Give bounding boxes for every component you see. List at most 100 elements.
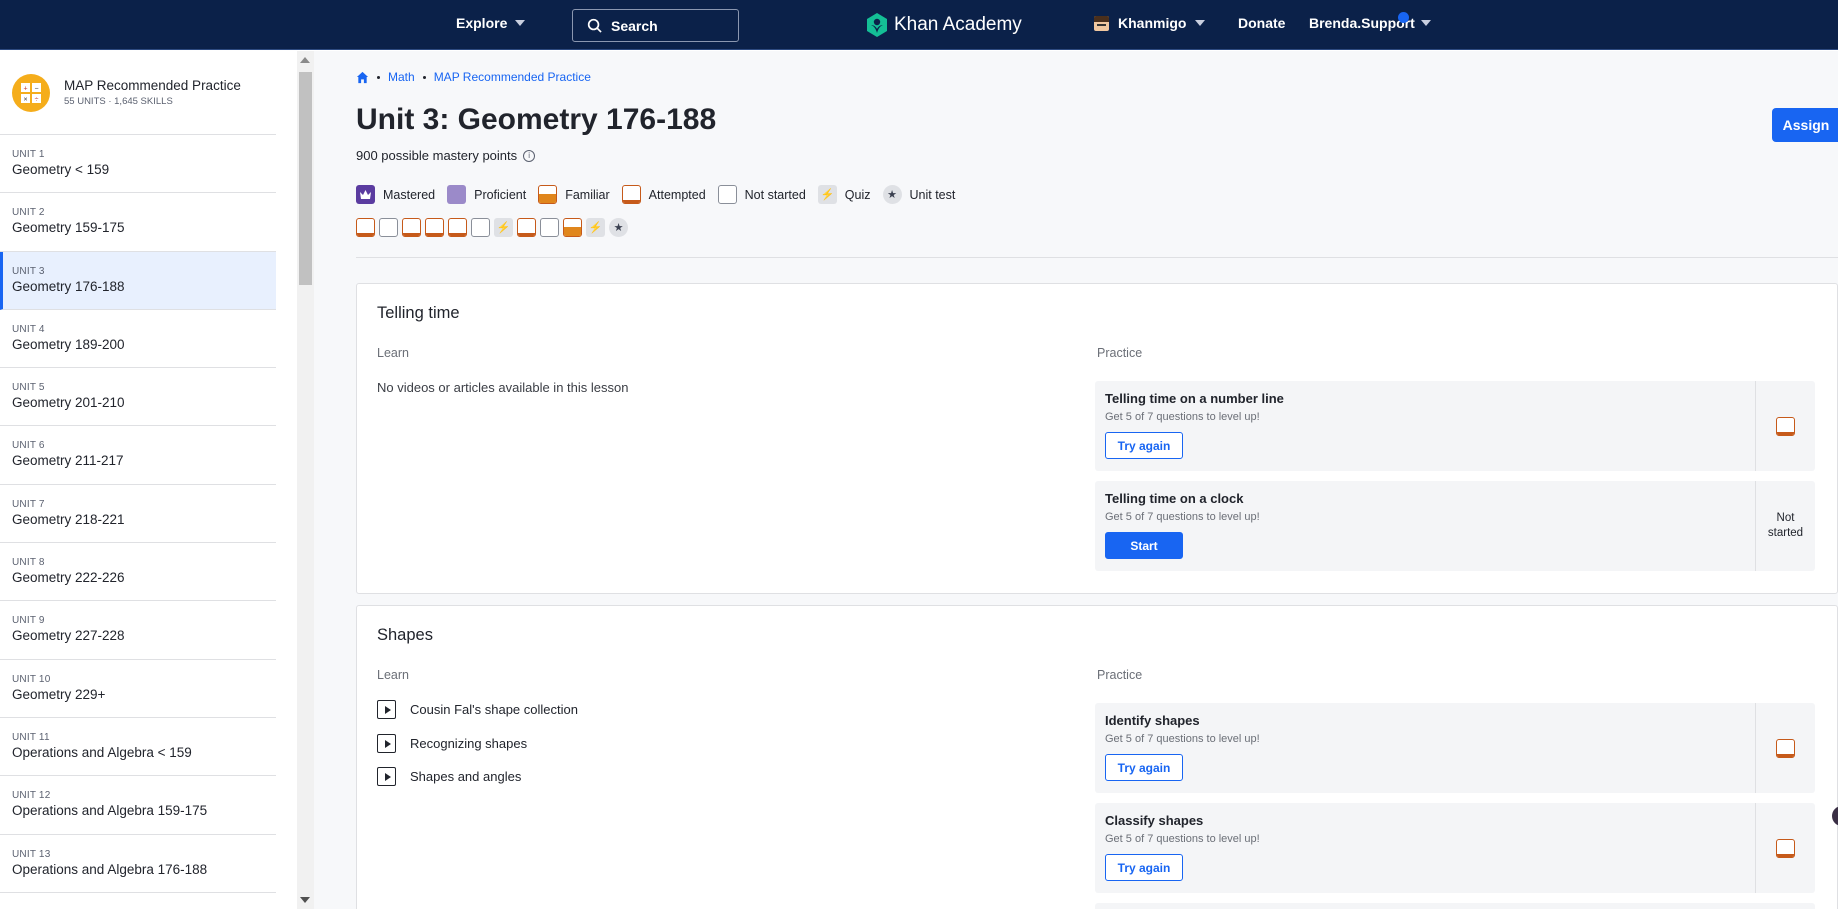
legend-proficient: Proficient — [447, 185, 526, 204]
user-menu[interactable]: Brenda.Support — [1309, 15, 1431, 31]
practice-card: Identify shapes Get 5 of 7 questions to … — [1095, 703, 1815, 793]
unit-title: Geometry 176-188 — [12, 278, 125, 294]
khan-academy-logo[interactable]: Khan Academy — [866, 13, 1022, 37]
sidebar-unit-6[interactable]: UNIT 6 Geometry 211-217 — [0, 426, 276, 485]
sidebar-unit-13[interactable]: UNIT 13 Operations and Algebra 176-188 — [0, 835, 276, 893]
scrollbar-thumb[interactable] — [299, 72, 312, 285]
unit-title: Geometry 189-200 — [12, 336, 125, 352]
scroll-down-arrow-icon[interactable] — [300, 897, 310, 903]
star-icon: ★ — [882, 185, 902, 204]
status-text: Not started — [1767, 512, 1804, 539]
lesson-title[interactable]: Telling time — [377, 304, 460, 323]
attempted-box-icon — [621, 185, 641, 204]
unit-label: UNIT 6 — [12, 440, 45, 452]
try-again-button[interactable]: Try again — [1105, 854, 1183, 881]
skill-attempted-box[interactable] — [402, 218, 421, 237]
lesson-title[interactable]: Shapes — [377, 626, 433, 645]
video-item[interactable]: Shapes and angles — [377, 767, 521, 786]
donate-link[interactable]: Donate — [1238, 15, 1285, 31]
try-again-button[interactable]: Try again — [1105, 432, 1183, 459]
sidebar-unit-3[interactable]: UNIT 3 Geometry 176-188 — [0, 251, 276, 310]
legend-familiar: Familiar — [538, 185, 610, 204]
star-icon[interactable]: ★ — [609, 218, 628, 237]
sidebar-unit-7[interactable]: UNIT 7 Geometry 218-221 — [0, 485, 276, 544]
khanmigo-label: Khanmigo — [1118, 15, 1187, 31]
video-title: Recognizing shapes — [410, 736, 528, 751]
lightning-icon[interactable]: ⚡ — [586, 218, 605, 237]
unit-title: Geometry 159-175 — [12, 220, 125, 236]
not-started-box-icon — [717, 185, 737, 204]
search-icon — [587, 18, 602, 33]
sidebar-scrollbar[interactable] — [297, 51, 314, 909]
breadcrumb-separator — [377, 75, 380, 79]
course-header[interactable]: + − × ÷ MAP Recommended Practice 55 UNITS ·… — [0, 51, 276, 135]
info-icon[interactable]: i — [523, 149, 536, 162]
khanmigo-avatar-icon — [1094, 15, 1109, 31]
breadcrumb-course[interactable]: MAP Recommended Practice — [434, 70, 591, 84]
practice-title[interactable]: Telling time on a clock — [1105, 491, 1243, 506]
khanmigo-menu[interactable]: Khanmigo — [1094, 15, 1206, 31]
sidebar-unit-5[interactable]: UNIT 5 Geometry 201-210 — [0, 368, 276, 427]
unit-label: UNIT 3 — [12, 265, 45, 277]
video-item[interactable]: Recognizing shapes — [377, 734, 527, 753]
familiar-box-icon — [538, 185, 558, 204]
practice-title[interactable]: Classify shapes — [1105, 813, 1203, 828]
skill-not-started-box[interactable] — [379, 218, 398, 237]
scroll-up-arrow-icon[interactable] — [300, 57, 310, 63]
sidebar-unit-9[interactable]: UNIT 9 Geometry 227-228 — [0, 601, 276, 660]
skill-not-started-box[interactable] — [540, 218, 559, 237]
unit-title: Geometry 222-226 — [12, 570, 125, 586]
sidebar-unit-8[interactable]: UNIT 8 Geometry 222-226 — [0, 543, 276, 602]
unit-label: UNIT 11 — [12, 731, 50, 743]
course-sidebar: + − × ÷ MAP Recommended Practice 55 UNITS ·… — [0, 51, 276, 909]
unit-title: Geometry 201-210 — [12, 395, 125, 411]
breadcrumb-math[interactable]: Math — [388, 70, 415, 84]
proficient-box-icon — [447, 185, 467, 204]
search-box[interactable]: Search — [572, 9, 739, 42]
sidebar-unit-4[interactable]: UNIT 4 Geometry 189-200 — [0, 310, 276, 369]
practice-status — [1755, 703, 1815, 793]
practice-card: Telling time on a number line Get 5 of 7… — [1095, 381, 1815, 471]
skill-attempted-box[interactable] — [448, 218, 467, 237]
lightning-icon[interactable]: ⚡ — [494, 218, 513, 237]
unit-label: UNIT 10 — [12, 673, 51, 685]
assign-button[interactable]: Assign — [1772, 108, 1838, 142]
unit-label: UNIT 5 — [12, 382, 45, 394]
chevron-down-icon — [1195, 20, 1206, 26]
practice-title[interactable]: Identify shapes — [1105, 713, 1200, 728]
sidebar-unit-11[interactable]: UNIT 11 Operations and Algebra < 159 — [0, 718, 276, 777]
khan-leaf-icon — [867, 13, 887, 37]
unit-title: Geometry 211-217 — [12, 453, 124, 469]
legend-label: Mastered — [383, 187, 436, 202]
start-button[interactable]: Start — [1105, 532, 1183, 559]
sidebar-unit-12[interactable]: UNIT 12 Operations and Algebra 159-175 — [0, 776, 276, 835]
practice-subtitle: Get 5 of 7 questions to level up! — [1105, 733, 1260, 745]
sidebar-unit-1[interactable]: UNIT 1 Geometry < 159 — [0, 135, 276, 194]
unit-title: Geometry 227-228 — [12, 628, 125, 644]
sidebar-unit-2[interactable]: UNIT 2 Geometry 159-175 — [0, 193, 276, 252]
practice-card — [1095, 903, 1815, 909]
skill-not-started-box[interactable] — [471, 218, 490, 237]
unit-label: UNIT 9 — [12, 615, 45, 627]
skill-attempted-box[interactable] — [425, 218, 444, 237]
sidebar-unit-10[interactable]: UNIT 10 Geometry 229+ — [0, 660, 276, 718]
play-icon — [377, 734, 396, 753]
course-subtitle: 55 UNITS · 1,645 SKILLS — [64, 96, 173, 107]
unit-title: Operations and Algebra 176-188 — [12, 861, 208, 877]
video-item[interactable]: Cousin Fal's shape collection — [377, 700, 578, 719]
divider — [356, 257, 1838, 258]
try-again-button[interactable]: Try again — [1105, 754, 1183, 781]
practice-title[interactable]: Telling time on a number line — [1105, 391, 1284, 406]
explore-menu[interactable]: Explore — [456, 15, 526, 31]
breadcrumb: Math MAP Recommended Practice — [356, 70, 591, 84]
attempted-box-icon — [1776, 838, 1795, 858]
course-title: MAP Recommended Practice — [64, 78, 241, 93]
skill-familiar-box[interactable] — [563, 218, 582, 237]
legend-label: Proficient — [474, 187, 527, 202]
skill-attempted-box[interactable] — [356, 218, 375, 237]
learn-column-label: Learn — [377, 668, 409, 682]
lightning-icon: ⚡ — [817, 185, 837, 204]
skill-attempted-box[interactable] — [517, 218, 536, 237]
home-icon[interactable] — [356, 71, 369, 84]
unit-label: UNIT 12 — [12, 790, 51, 802]
